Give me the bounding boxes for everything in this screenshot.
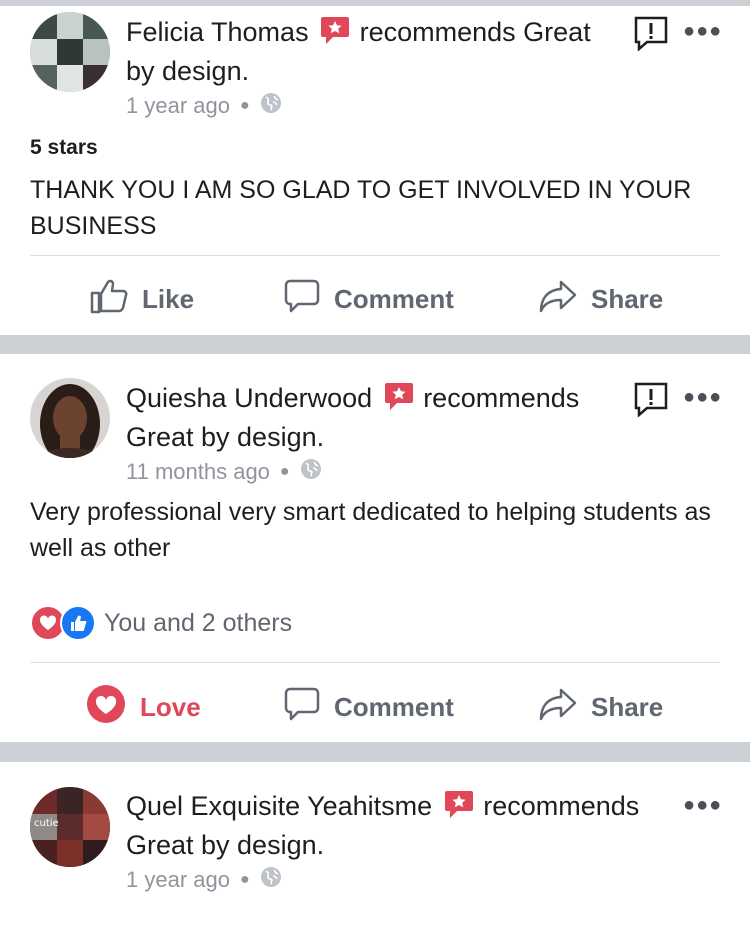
report-icon[interactable] <box>633 381 669 418</box>
report-icon[interactable] <box>633 15 669 52</box>
share-button[interactable]: Share <box>539 686 663 729</box>
share-icon <box>539 278 591 321</box>
globe-icon <box>260 92 282 120</box>
rating-text: 5 stars <box>30 136 98 159</box>
post-body: THANK YOU I AM SO GLAD TO GET INVOLVED I… <box>30 176 692 240</box>
comment-button[interactable]: Comment <box>284 278 454 321</box>
author-name[interactable]: Felicia Thomas <box>126 17 309 47</box>
meta-dot: ● <box>239 871 250 888</box>
share-label: Share <box>591 692 664 722</box>
like-button[interactable]: Like <box>90 278 194 321</box>
comment-button[interactable]: Comment <box>284 686 454 729</box>
like-reaction-icon <box>60 605 96 641</box>
reactions-summary[interactable]: You and 2 others <box>30 605 292 641</box>
recommend-badge-icon <box>320 15 350 54</box>
like-icon <box>90 278 142 321</box>
post-quel-exquisite-yeahitsme: cutie Quel Exquisite Yeahitsme recommend… <box>0 762 750 928</box>
more-options-icon[interactable]: ●●● <box>683 20 722 43</box>
more-options-icon[interactable]: ●●● <box>683 386 722 409</box>
reactions-count-text: You and 2 others <box>104 608 293 637</box>
post-body: Very professional very smart dedicated t… <box>30 498 711 562</box>
love-icon <box>86 684 140 731</box>
feed-separator <box>0 335 750 354</box>
comment-icon <box>284 278 334 321</box>
post-meta: 1 year ago ● <box>126 866 282 894</box>
author-name[interactable]: Quel Exquisite Yeahitsme <box>126 791 432 821</box>
meta-dot: ● <box>239 97 250 114</box>
like-label: Like <box>142 284 195 314</box>
post-header: Quel Exquisite Yeahitsme recommends Grea… <box>126 789 681 863</box>
more-options-icon[interactable]: ●●● <box>683 794 722 817</box>
post-felicia-thomas: Felicia Thomas recommends Great by desig… <box>0 6 750 335</box>
love-button[interactable]: Love <box>86 684 201 731</box>
post-meta: 1 year ago ● <box>126 92 282 120</box>
meta-dot: ● <box>279 463 290 480</box>
share-label: Share <box>591 284 664 314</box>
avatar[interactable] <box>30 12 110 92</box>
recommend-badge-icon <box>444 789 474 828</box>
post-meta: 11 months ago ● <box>126 458 322 486</box>
avatar[interactable] <box>30 378 110 458</box>
share-button[interactable]: Share <box>539 278 663 321</box>
globe-icon <box>260 866 282 894</box>
author-name[interactable]: Quiesha Underwood <box>126 383 372 413</box>
comment-label: Comment <box>334 692 454 722</box>
comment-label: Comment <box>334 284 454 314</box>
post-time[interactable]: 1 year ago <box>126 867 230 893</box>
post-actions: Like Comment Share <box>0 266 750 326</box>
divider <box>30 255 720 256</box>
post-header: Quiesha Underwood recommends Great by de… <box>126 381 616 455</box>
post-time[interactable]: 11 months ago <box>126 459 270 485</box>
globe-icon <box>300 458 322 486</box>
comment-icon <box>284 686 334 729</box>
feed-separator <box>0 742 750 762</box>
post-time[interactable]: 1 year ago <box>126 93 230 119</box>
recommend-badge-icon <box>384 381 414 420</box>
avatar-caption: cutie <box>34 818 59 829</box>
post-quiesha-underwood: Quiesha Underwood recommends Great by de… <box>0 354 750 742</box>
post-actions: Love Comment Share <box>0 674 750 734</box>
love-label: Love <box>140 692 201 722</box>
divider <box>30 662 720 663</box>
share-icon <box>539 686 591 729</box>
post-header: Felicia Thomas recommends Great by desig… <box>126 15 626 89</box>
